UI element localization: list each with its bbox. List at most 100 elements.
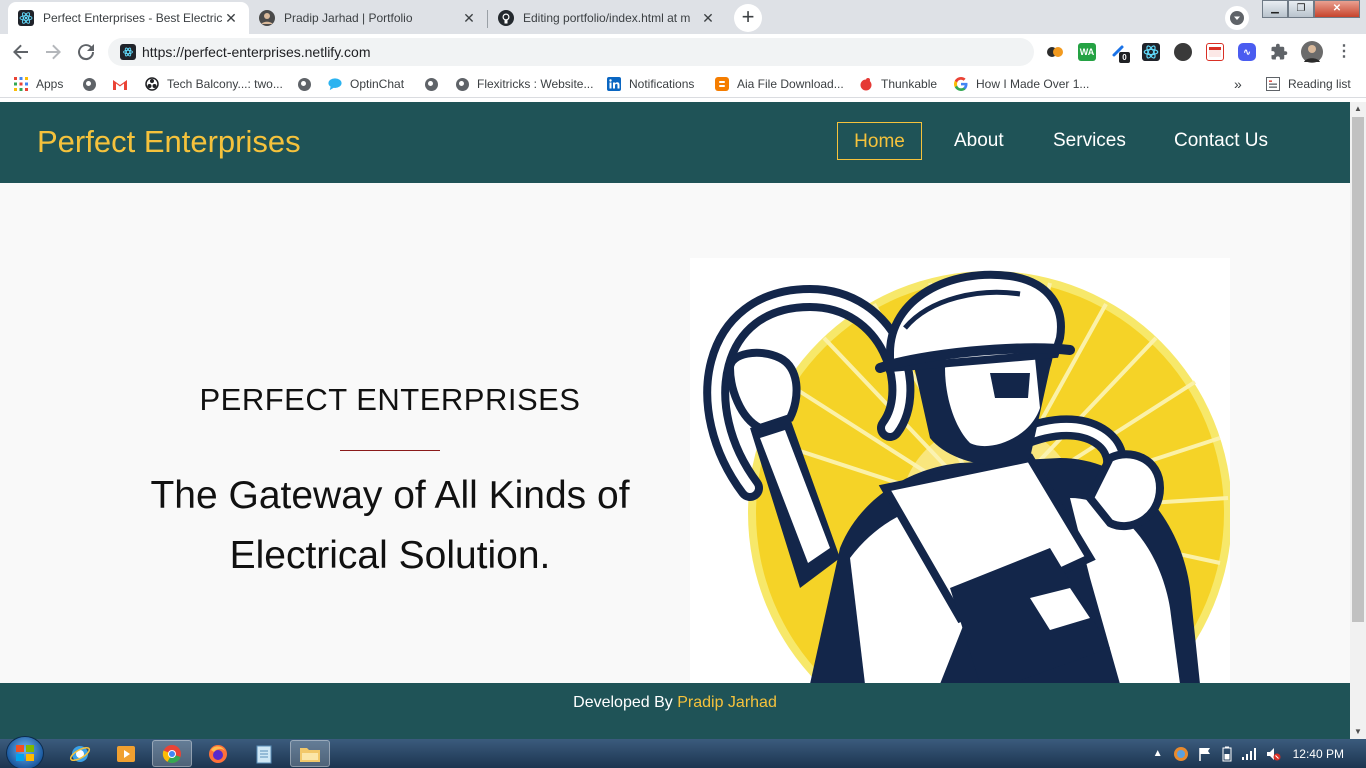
arrow-left-icon — [13, 44, 28, 60]
extension-1-icon[interactable] — [1046, 43, 1064, 61]
tab-portfolio[interactable]: Pradip Jarhad | Portfolio ✕ — [249, 2, 487, 34]
bookmark-flexitricks[interactable]: Flexitricks : Website... — [455, 75, 593, 93]
site-favicon-icon — [120, 44, 136, 60]
bookmark-tech-balcony[interactable]: Tech Balcony...: two... — [145, 75, 283, 93]
windows-taskbar: ▲ 12:40 PM — [0, 736, 1366, 768]
puzzle-icon[interactable] — [1270, 43, 1288, 61]
close-tab-icon[interactable]: ✕ — [700, 10, 716, 26]
bookmark-gmail[interactable] — [113, 75, 135, 93]
back-button[interactable] — [9, 40, 33, 64]
scroll-thumb[interactable] — [1352, 117, 1364, 622]
bookmark-aia-file[interactable]: Aia File Download... — [715, 75, 844, 93]
volume-muted-icon[interactable] — [1265, 746, 1281, 762]
taskbar-notepad[interactable] — [244, 740, 284, 767]
bookmark-globe[interactable] — [82, 75, 104, 93]
nav-services[interactable]: Services — [1053, 122, 1126, 160]
nav-contact[interactable]: Contact Us — [1174, 122, 1268, 160]
tab-title: Perfect Enterprises - Best Electric — [43, 11, 223, 25]
taskbar-explorer[interactable] — [290, 740, 330, 767]
hero-subtitle: The Gateway of All Kinds of Electrical S… — [90, 466, 690, 586]
whatsapp-extension-icon[interactable]: WA — [1078, 43, 1096, 61]
taskbar-clock[interactable]: 12:40 PM — [1293, 747, 1344, 761]
tab-github[interactable]: Editing portfolio/index.html at m ✕ — [488, 2, 726, 34]
google-icon — [954, 77, 968, 91]
taskbar-ie[interactable] — [60, 740, 100, 767]
windows-logo-icon — [16, 745, 34, 761]
extension-avatar-icon[interactable] — [1174, 43, 1192, 61]
scroll-down-icon[interactable]: ▼ — [1350, 725, 1366, 739]
blogger-icon — [715, 77, 729, 91]
site-brand[interactable]: Perfect Enterprises — [37, 124, 301, 160]
nav-about[interactable]: About — [954, 122, 1004, 160]
extension-red-icon[interactable] — [1206, 43, 1224, 61]
media-player-icon — [117, 745, 135, 762]
linkedin-icon — [607, 77, 621, 91]
hero-divider — [340, 450, 440, 451]
globe-icon — [297, 77, 311, 91]
chat-bubble-icon — [328, 77, 342, 91]
notepad-icon — [256, 745, 272, 763]
react-icon — [18, 10, 34, 26]
forward-button[interactable] — [41, 40, 65, 64]
messenger-extension-icon[interactable]: ∿ — [1238, 43, 1256, 61]
bookmark-globe-2[interactable] — [297, 75, 319, 93]
new-tab-button[interactable]: + — [734, 4, 762, 32]
reading-list-icon — [1266, 77, 1280, 91]
scroll-up-icon[interactable]: ▲ — [1350, 102, 1366, 116]
address-bar[interactable]: https://perfect-enterprises.netlify.com — [108, 38, 1034, 66]
close-tab-icon[interactable]: ✕ — [223, 10, 239, 26]
footer-prefix: Developed By — [573, 694, 673, 711]
extension-badge: 0 — [1119, 52, 1130, 63]
reload-icon — [78, 44, 95, 61]
github-icon — [498, 10, 514, 26]
nav-home[interactable]: Home — [837, 122, 922, 160]
bookmark-label: How I Made Over 1... — [976, 77, 1090, 91]
taskbar-chrome[interactable] — [152, 740, 192, 767]
page-scrollbar[interactable]: ▲ ▼ — [1350, 102, 1366, 739]
minimize-button[interactable]: ▁ — [1262, 0, 1288, 18]
biohazard-icon — [145, 77, 159, 91]
link-extension-icon[interactable]: 0 — [1110, 43, 1130, 63]
taskbar-media-player[interactable] — [106, 740, 146, 767]
profile-avatar[interactable] — [1301, 41, 1323, 63]
close-window-button[interactable]: ✕ — [1314, 0, 1360, 18]
tab-title: Editing portfolio/index.html at m — [523, 11, 691, 25]
bookmark-notifications[interactable]: Notifications — [607, 75, 694, 93]
bookmark-globe-3[interactable] — [424, 75, 446, 93]
close-tab-icon[interactable]: ✕ — [461, 10, 477, 26]
apps-grid-icon — [14, 77, 28, 91]
taskbar-firefox[interactable] — [198, 740, 238, 767]
network-signal-icon[interactable] — [1241, 747, 1257, 761]
footer-author-link[interactable]: Pradip Jarhad — [677, 694, 777, 711]
menu-icon[interactable]: ⋮ — [1336, 42, 1352, 62]
hero-text: PERFECT ENTERPRISES The Gateway of All K… — [90, 382, 690, 586]
arrow-right-icon — [46, 44, 61, 60]
bookmarks-bar: Apps Tech Balcony...: two... OptinChat F… — [0, 70, 1366, 98]
globe-icon — [455, 77, 469, 91]
tab-strip: Perfect Enterprises - Best Electric ✕ Pr… — [0, 0, 1366, 34]
bookmark-optinchat[interactable]: OptinChat — [328, 75, 404, 93]
bookmark-label: Thunkable — [881, 77, 938, 91]
maximize-button[interactable]: ❐ — [1288, 0, 1314, 18]
tray-app-icon[interactable] — [1173, 746, 1189, 762]
action-center-flag-icon[interactable] — [1197, 746, 1213, 762]
overflow-label: » — [1234, 76, 1242, 92]
chrome-icon — [162, 744, 181, 763]
tab-perfect-enterprises[interactable]: Perfect Enterprises - Best Electric ✕ — [8, 2, 249, 34]
hero-subtitle-line-2: Electrical Solution. — [229, 534, 551, 577]
bookmark-label: Tech Balcony...: two... — [167, 77, 283, 91]
tab-search-button[interactable] — [1225, 6, 1249, 30]
bookmark-how-i-made[interactable]: How I Made Over 1... — [954, 75, 1089, 93]
reload-button[interactable] — [74, 40, 98, 64]
site-footer: Developed By Pradip Jarhad — [0, 683, 1350, 739]
show-hidden-icons-icon[interactable]: ▲ — [1153, 748, 1163, 759]
battery-icon[interactable] — [1221, 746, 1233, 762]
bookmark-label: Apps — [36, 77, 64, 91]
start-button[interactable] — [6, 736, 44, 768]
bookmark-thunkable[interactable]: Thunkable — [859, 75, 937, 93]
reading-list-button[interactable]: Reading list — [1266, 75, 1351, 93]
bookmark-apps[interactable]: Apps — [14, 75, 63, 93]
react-devtools-icon[interactable] — [1142, 43, 1160, 61]
browser-toolbar: https://perfect-enterprises.netlify.com … — [0, 34, 1366, 70]
bookmarks-overflow-button[interactable]: » — [1234, 75, 1242, 93]
